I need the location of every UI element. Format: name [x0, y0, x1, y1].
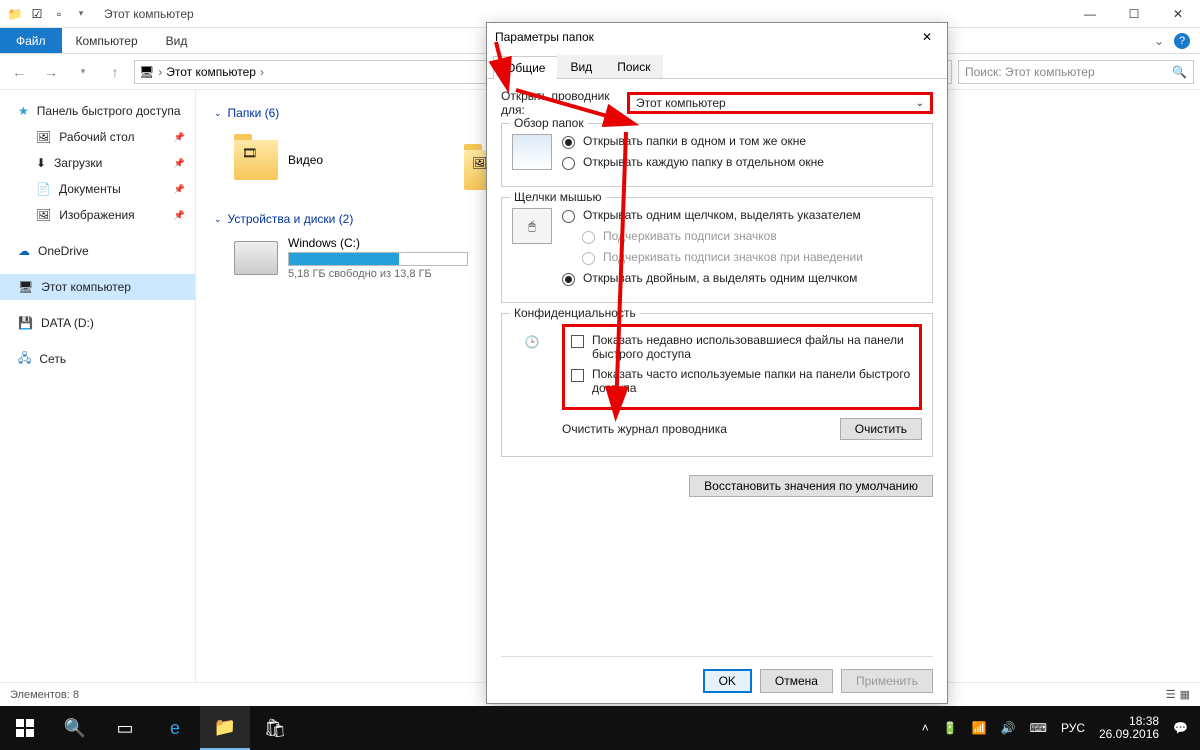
click-items-group: Щелчки мышью 🖱 Открывать одним щелчком, … [501, 197, 933, 303]
drive-label: Windows (C:) [288, 236, 468, 250]
folder-options-dialog: Параметры папок ✕ Общие Вид Поиск Открыт… [486, 22, 948, 704]
radio-underline-hover [582, 252, 595, 265]
sidebar-quick-access[interactable]: ★Панель быстрого доступа [0, 98, 195, 124]
open-for-label: Открыть проводник для: [501, 89, 619, 117]
tab-view[interactable]: Вид [557, 55, 605, 78]
qat-folder-icon[interactable]: ▫ [50, 5, 68, 23]
sidebar-onedrive[interactable]: ☁OneDrive [0, 238, 195, 264]
sidebar-item-documents[interactable]: 📄Документы📌 [0, 176, 195, 202]
checkbox-recent-files[interactable] [571, 335, 584, 348]
help-icon[interactable]: ? [1174, 33, 1190, 49]
tray-chevron-icon[interactable]: ˄ [922, 721, 929, 735]
sidebar-this-pc[interactable]: 🖥Этот компьютер [0, 274, 195, 300]
sidebar-item-downloads[interactable]: ⬇Загрузки📌 [0, 150, 195, 176]
dialog-tabs: Общие Вид Поиск [487, 51, 947, 79]
apply-button: Применить [841, 669, 933, 693]
taskbar-search-icon[interactable]: 🔍 [50, 706, 100, 750]
explorer-icon: 📁 [6, 5, 24, 23]
view-details-icon[interactable]: ☰ [1166, 688, 1176, 701]
radio-single-click[interactable] [562, 210, 575, 223]
folder-video[interactable]: 🎞 Видео [234, 130, 434, 190]
breadcrumb-item[interactable]: Этот компьютер [166, 65, 256, 79]
tray-network-icon[interactable]: 📶 [972, 721, 987, 735]
dialog-title: Параметры папок [495, 30, 594, 44]
drive-icon [234, 241, 278, 275]
radio-double-click[interactable] [562, 273, 575, 286]
pin-icon: 📌 [174, 210, 185, 221]
tray-battery-icon[interactable]: 🔋 [943, 721, 958, 735]
drive-free-text: 5,18 ГБ свободно из 13,8 ГБ [288, 268, 468, 280]
sidebar-item-desktop[interactable]: 🖼Рабочий стол📌 [0, 124, 195, 150]
tray-language[interactable]: РУС [1061, 721, 1085, 735]
tray-clock[interactable]: 18:38 26.09.2016 [1099, 715, 1159, 741]
action-center-icon[interactable]: 💬 [1173, 721, 1188, 735]
dialog-titlebar: Параметры папок ✕ [487, 23, 947, 51]
ribbon-view-tab[interactable]: Вид [152, 28, 202, 53]
start-button[interactable] [0, 706, 50, 750]
ok-button[interactable]: OK [703, 669, 752, 693]
restore-defaults-button[interactable]: Восстановить значения по умолчанию [689, 475, 933, 497]
pc-icon: 🖥 [139, 65, 154, 79]
click-preview-icon: 🖱 [512, 208, 552, 244]
maximize-button[interactable]: ☐ [1112, 0, 1156, 28]
qat-dropdown-icon[interactable]: ▾ [72, 5, 90, 23]
pin-icon: 📌 [174, 184, 185, 195]
tray-input-icon[interactable]: ⌨ [1030, 721, 1047, 735]
ribbon-file-tab[interactable]: Файл [0, 28, 62, 53]
qat-checkbox-icon[interactable]: ☑ [28, 5, 46, 23]
cancel-button[interactable]: Отмена [760, 669, 833, 693]
drive-space-bar [288, 252, 468, 266]
dialog-close-button[interactable]: ✕ [915, 30, 939, 44]
view-icons-icon[interactable]: ▦ [1180, 688, 1190, 701]
search-icon: 🔍 [1172, 65, 1187, 79]
search-box[interactable]: Поиск: Этот компьютер 🔍 [958, 60, 1194, 84]
ribbon-computer-tab[interactable]: Компьютер [62, 28, 152, 53]
checkbox-frequent-folders[interactable] [571, 369, 584, 382]
minimize-button[interactable]: — [1068, 0, 1112, 28]
close-button[interactable]: ✕ [1156, 0, 1200, 28]
nav-back-button[interactable]: ← [6, 59, 32, 85]
pin-icon: 📌 [174, 158, 185, 169]
window-title: Этот компьютер [104, 7, 194, 21]
search-placeholder: Поиск: Этот компьютер [965, 65, 1095, 79]
tab-general[interactable]: Общие [493, 56, 558, 79]
sidebar-network[interactable]: 🖧Сеть [0, 346, 195, 372]
nav-up-button[interactable]: ↑ [102, 59, 128, 85]
sidebar-data-drive[interactable]: 💾DATA (D:) [0, 310, 195, 336]
navigation-sidebar: ★Панель быстрого доступа 🖼Рабочий стол📌 … [0, 90, 196, 702]
clear-button[interactable]: Очистить [840, 418, 922, 440]
radio-same-window[interactable] [562, 136, 575, 149]
task-view-button[interactable]: ▭ [100, 706, 150, 750]
tray-volume-icon[interactable]: 🔊 [1001, 721, 1016, 735]
browse-folders-group: Обзор папок Открывать папки в одном и то… [501, 123, 933, 187]
taskbar: 🔍 ▭ e 📁 🛍 ˄ 🔋 📶 🔊 ⌨ РУС 18:38 26.09.2016… [0, 706, 1200, 750]
tab-search[interactable]: Поиск [604, 55, 663, 78]
clear-history-label: Очистить журнал проводника [562, 422, 832, 436]
open-for-combobox[interactable]: Этот компьютер ⌄ [627, 92, 933, 114]
browse-preview-icon [512, 134, 552, 170]
chevron-down-icon: ⌄ [916, 98, 924, 109]
taskbar-store[interactable]: 🛍 [250, 706, 300, 750]
radio-underline-always [582, 231, 595, 244]
drive-c[interactable]: Windows (C:) 5,18 ГБ свободно из 13,8 ГБ [234, 236, 494, 280]
taskbar-explorer[interactable]: 📁 [200, 706, 250, 750]
status-item-count: Элементов: 8 [10, 689, 79, 701]
folder-icon: 🎞 [234, 140, 278, 180]
ribbon-collapse-icon[interactable]: ⌄ [1154, 34, 1164, 48]
radio-new-window[interactable] [562, 157, 575, 170]
privacy-preview-icon: 🕒 [512, 324, 552, 360]
pin-icon: 📌 [174, 132, 185, 143]
nav-forward-button[interactable]: → [38, 59, 64, 85]
privacy-group: Конфиденциальность 🕒 Показать недавно ис… [501, 313, 933, 457]
taskbar-edge[interactable]: e [150, 706, 200, 750]
nav-history-dropdown[interactable]: ▾ [70, 59, 96, 85]
sidebar-item-pictures[interactable]: 🖼Изображения📌 [0, 202, 195, 228]
